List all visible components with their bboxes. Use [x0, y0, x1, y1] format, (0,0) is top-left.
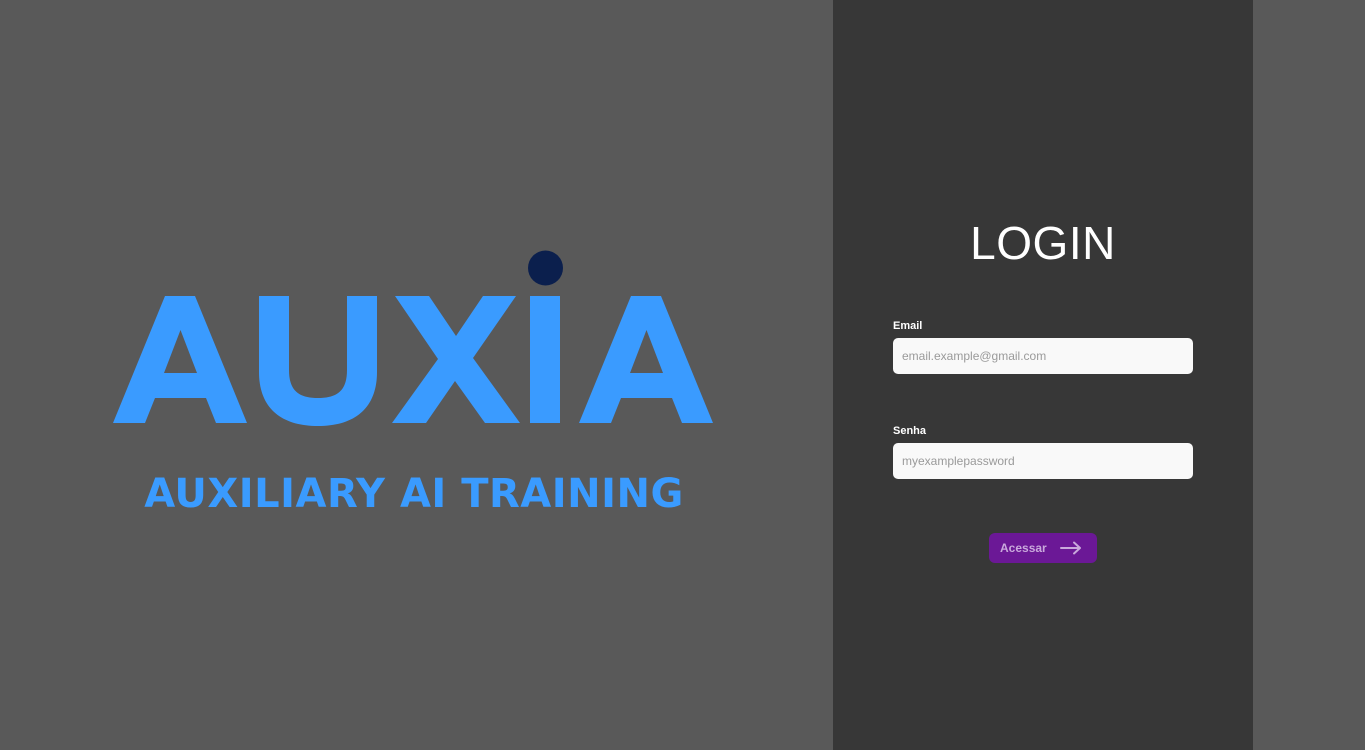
login-panel: LOGIN Email Senha Acessar [833, 0, 1253, 750]
email-label: Email [893, 320, 923, 332]
brand-area: AUXILIARY AI TRAINING [0, 0, 833, 750]
login-title: LOGIN [970, 217, 1116, 269]
submit-button-label: Acessar [1000, 541, 1047, 555]
brand-tagline: AUXILIARY AI TRAINING [144, 471, 684, 517]
auxia-logo [113, 250, 715, 426]
email-field[interactable] [893, 338, 1193, 374]
password-label: Senha [893, 425, 927, 437]
login-page: AUXILIARY AI TRAINING LOGIN Email Senha … [0, 0, 1365, 750]
arrow-right-icon [1059, 541, 1082, 555]
submit-button[interactable]: Acessar [989, 533, 1097, 563]
password-field[interactable] [893, 443, 1193, 479]
